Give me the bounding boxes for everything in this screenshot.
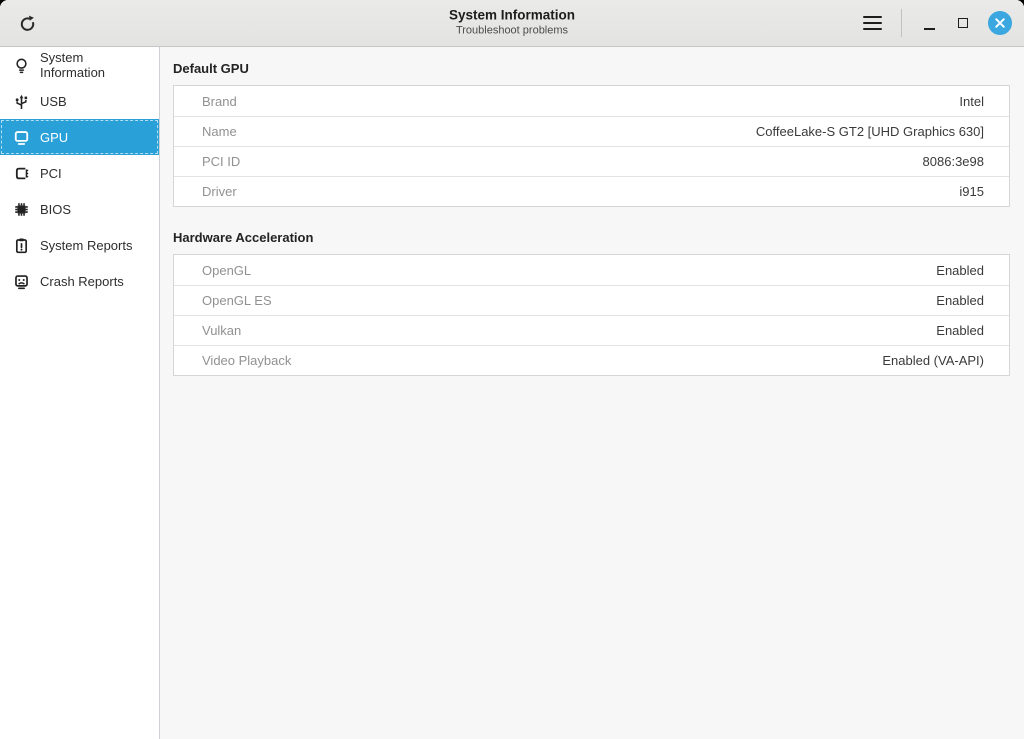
table-row: Video Playback Enabled (VA-API) [174, 345, 1009, 375]
window-subtitle: Troubleshoot problems [449, 25, 575, 39]
sidebar-item-label: System Reports [40, 238, 132, 253]
sidebar-item-label: Crash Reports [40, 274, 124, 289]
lightbulb-icon [13, 57, 30, 74]
app-window: System Information Troubleshoot problems [0, 0, 1024, 739]
sidebar-item-bios[interactable]: BIOS [0, 191, 159, 227]
row-label: Driver [202, 184, 237, 199]
default-gpu-table: Brand Intel Name CoffeeLake-S GT2 [UHD G… [173, 85, 1010, 207]
pci-card-icon [13, 165, 30, 182]
sidebar-item-gpu[interactable]: GPU [0, 119, 159, 155]
table-row: Vulkan Enabled [174, 315, 1009, 345]
row-value: Intel [959, 94, 984, 109]
maximize-icon [958, 18, 968, 28]
usb-icon [13, 93, 30, 110]
row-label: Brand [202, 94, 237, 109]
main-content: Default GPU Brand Intel Name CoffeeLake-… [160, 47, 1024, 739]
sidebar-item-system-information[interactable]: System Information [0, 47, 159, 83]
row-value: Enabled [936, 323, 984, 338]
menu-button[interactable] [857, 8, 887, 38]
refresh-icon [18, 14, 37, 33]
row-value: Enabled [936, 263, 984, 278]
titlebar-separator [901, 9, 902, 37]
sidebar-item-pci[interactable]: PCI [0, 155, 159, 191]
sidebar-item-label: System Information [40, 50, 151, 80]
row-value: Enabled (VA-API) [882, 353, 984, 368]
section-title-hardware-acceleration: Hardware Acceleration [173, 230, 1010, 245]
row-label: OpenGL [202, 263, 251, 278]
monitor-icon [13, 129, 30, 146]
row-value: CoffeeLake-S GT2 [UHD Graphics 630] [756, 124, 984, 139]
sidebar: System Information USB [0, 47, 160, 739]
window-title: System Information [449, 8, 575, 25]
hardware-acceleration-table: OpenGL Enabled OpenGL ES Enabled Vulkan … [173, 254, 1010, 376]
crash-face-icon [13, 273, 30, 290]
row-value: 8086:3e98 [923, 154, 984, 169]
sidebar-item-usb[interactable]: USB [0, 83, 159, 119]
minimize-icon [924, 28, 935, 30]
table-row: Brand Intel [174, 86, 1009, 116]
clipboard-alert-icon [13, 237, 30, 254]
titlebar: System Information Troubleshoot problems [0, 0, 1024, 47]
maximize-button[interactable] [948, 8, 978, 38]
chip-icon [13, 201, 30, 218]
table-row: OpenGL Enabled [174, 255, 1009, 285]
sidebar-item-label: GPU [40, 130, 68, 145]
row-label: Video Playback [202, 353, 291, 368]
row-label: Vulkan [202, 323, 241, 338]
refresh-button[interactable] [12, 8, 42, 38]
hamburger-icon [863, 16, 882, 30]
close-button[interactable] [988, 11, 1012, 35]
row-value: i915 [959, 184, 984, 199]
row-label: PCI ID [202, 154, 240, 169]
row-value: Enabled [936, 293, 984, 308]
sidebar-item-system-reports[interactable]: System Reports [0, 227, 159, 263]
sidebar-item-label: USB [40, 94, 67, 109]
sidebar-item-label: PCI [40, 166, 62, 181]
sidebar-item-crash-reports[interactable]: Crash Reports [0, 263, 159, 299]
close-icon [994, 17, 1006, 29]
table-row: Name CoffeeLake-S GT2 [UHD Graphics 630] [174, 116, 1009, 146]
table-row: PCI ID 8086:3e98 [174, 146, 1009, 176]
section-title-default-gpu: Default GPU [173, 61, 1010, 76]
row-label: OpenGL ES [202, 293, 272, 308]
titlebar-title-block: System Information Troubleshoot problems [449, 8, 575, 39]
row-label: Name [202, 124, 237, 139]
sidebar-item-label: BIOS [40, 202, 71, 217]
table-row: Driver i915 [174, 176, 1009, 206]
minimize-button[interactable] [914, 8, 944, 38]
table-row: OpenGL ES Enabled [174, 285, 1009, 315]
